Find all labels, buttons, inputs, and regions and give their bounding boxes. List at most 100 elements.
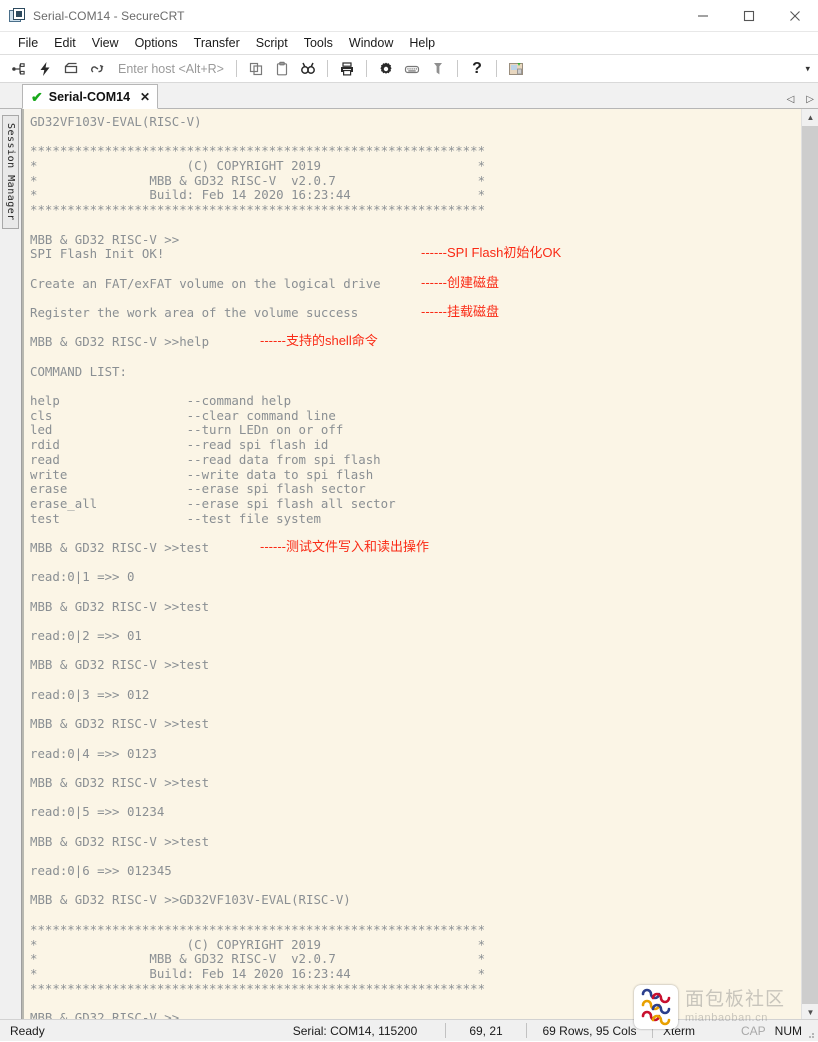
terminal-line <box>30 820 801 835</box>
terminal-line-text: * MBB & GD32 RISC-V v2.0.7 * <box>30 173 485 188</box>
menu-item-edit[interactable]: Edit <box>46 34 84 52</box>
tab-next-icon[interactable]: ▷ <box>806 94 814 105</box>
terminal-line-text: MBB & GD32 RISC-V >>test <box>30 775 209 790</box>
status-dimensions: 69 Rows, 95 Cols <box>527 1020 652 1042</box>
tab-connected-check-icon: ✔ <box>31 90 43 104</box>
status-serial: Serial: COM14, 115200 <box>265 1020 445 1042</box>
title-bar: Serial-COM14 - SecureCRT <box>0 0 818 32</box>
quick-connect-icon[interactable] <box>35 59 55 79</box>
window-controls <box>680 0 818 32</box>
connect-in-tab-icon[interactable] <box>61 59 81 79</box>
terminal-line-text: read:0|1 =>> 0 <box>30 569 134 584</box>
terminal-line-text: rdid --read spi flash id <box>30 437 328 452</box>
connect-icon[interactable] <box>9 59 29 79</box>
terminal-output[interactable]: GD32VF103V-EVAL(RISC-V) *****************… <box>24 109 801 1021</box>
menu-item-options[interactable]: Options <box>127 34 186 52</box>
help-icon[interactable]: ? <box>467 59 487 79</box>
terminal-line-text: led --turn LEDn on or off <box>30 422 343 437</box>
settings-icon[interactable] <box>376 59 396 79</box>
session-manager-label[interactable]: Session Manager <box>2 115 19 229</box>
terminal-line: Register the work area of the volume suc… <box>30 306 801 321</box>
terminal-line-text: read:0|4 =>> 0123 <box>30 746 157 761</box>
terminal-line: erase --erase spi flash sector <box>30 482 801 497</box>
terminal-line-text: * (C) COPYRIGHT 2019 * <box>30 937 485 952</box>
session-manager-bar[interactable]: Session Manager <box>0 109 22 1021</box>
terminal-line: read:0|2 =>> 01 <box>30 629 801 644</box>
minimize-button[interactable] <box>680 0 726 32</box>
terminal-line: ****************************************… <box>30 203 801 218</box>
terminal-line-text: ****************************************… <box>30 143 485 158</box>
toolbar-separator <box>366 60 367 77</box>
resize-grip-icon[interactable] <box>805 1029 815 1039</box>
tab-prev-icon[interactable]: ◁ <box>787 94 795 105</box>
terminal-line-text: read:0|5 =>> 01234 <box>30 804 164 819</box>
terminal-line: MBB & GD32 RISC-V >>test <box>30 776 801 791</box>
tab-navigation: ◁ ▷ <box>787 94 814 105</box>
menu-item-window[interactable]: Window <box>341 34 401 52</box>
tab-close-icon[interactable]: ✕ <box>140 90 150 104</box>
menu-item-view[interactable]: View <box>84 34 127 52</box>
terminal-line-text: MBB & GD32 RISC-V >>test <box>30 540 209 555</box>
find-icon[interactable] <box>298 59 318 79</box>
terminal-line <box>30 879 801 894</box>
terminal-line-text: * Build: Feb 14 2020 16:23:44 * <box>30 187 485 202</box>
securecrt-app-icon <box>9 8 25 24</box>
close-button[interactable] <box>772 0 818 32</box>
terminal-line-text: MBB & GD32 RISC-V >>test <box>30 599 209 614</box>
terminal-line-text: ****************************************… <box>30 981 485 996</box>
terminal-line: * (C) COPYRIGHT 2019 * <box>30 938 801 953</box>
key-icon[interactable] <box>428 59 448 79</box>
terminal-line: Create an FAT/exFAT volume on the logica… <box>30 277 801 292</box>
terminal-line-text: SPI Flash Init OK! <box>30 246 164 261</box>
scrollbar-thumb[interactable] <box>802 126 818 1004</box>
toolbar-separator <box>327 60 328 77</box>
toolbar-overflow-chevron-down-icon[interactable]: ▾ <box>805 63 810 74</box>
terminal-line <box>30 291 801 306</box>
terminal-line: read --read data from spi flash <box>30 453 801 468</box>
terminal-line-text: read:0|6 =>> 012345 <box>30 863 172 878</box>
terminal-line: cls --clear command line <box>30 409 801 424</box>
terminal-line-text: read:0|2 =>> 01 <box>30 628 142 643</box>
terminal-line-text: MBB & GD32 RISC-V >>help <box>30 334 209 349</box>
terminal-line-text: help --command help <box>30 393 291 408</box>
terminal-line: MBB & GD32 RISC-V >>test <box>30 835 801 850</box>
terminal-scrollbar[interactable]: ▲ ▼ <box>801 109 818 1021</box>
annotation-text: ------支持的shell命令 <box>260 334 378 349</box>
terminal-line-text: erase_all --erase spi flash all sector <box>30 496 396 511</box>
reconnect-icon[interactable] <box>87 59 107 79</box>
session-options-icon[interactable] <box>506 59 526 79</box>
terminal-line <box>30 262 801 277</box>
keymap-icon[interactable] <box>402 59 422 79</box>
menu-item-script[interactable]: Script <box>248 34 296 52</box>
terminal-line: help --command help <box>30 394 801 409</box>
host-input[interactable]: Enter host <Alt+R> <box>118 62 224 76</box>
copy-icon[interactable] <box>246 59 266 79</box>
terminal-line: ****************************************… <box>30 923 801 938</box>
scrollbar-up-arrow-icon[interactable]: ▲ <box>802 109 818 126</box>
terminal-line: * MBB & GD32 RISC-V v2.0.7 * <box>30 952 801 967</box>
paste-icon[interactable] <box>272 59 292 79</box>
maximize-button[interactable] <box>726 0 772 32</box>
terminal-line-text: MBB & GD32 RISC-V >>GD32VF103V-EVAL(RISC… <box>30 892 351 907</box>
terminal-line-text: erase --erase spi flash sector <box>30 481 366 496</box>
menu-item-tools[interactable]: Tools <box>296 34 341 52</box>
annotation-text: ------挂载磁盘 <box>421 305 499 320</box>
menu-item-help[interactable]: Help <box>401 34 443 52</box>
tab-serial-com14[interactable]: ✔ Serial-COM14 ✕ <box>22 84 158 109</box>
terminal-line <box>30 673 801 688</box>
menu-item-transfer[interactable]: Transfer <box>186 34 248 52</box>
menu-item-file[interactable]: File <box>10 34 46 52</box>
annotation-text: ------测试文件写入和读出操作 <box>260 540 429 555</box>
terminal-line-text: MBB & GD32 RISC-V >>test <box>30 657 209 672</box>
terminal-line <box>30 556 801 571</box>
terminal-line-text: read --read data from spi flash <box>30 452 381 467</box>
terminal-line-text: read:0|3 =>> 012 <box>30 687 149 702</box>
terminal-line-text: GD32VF103V-EVAL(RISC-V) <box>30 114 202 129</box>
print-icon[interactable] <box>337 59 357 79</box>
terminal-line: read:0|3 =>> 012 <box>30 688 801 703</box>
terminal-line-text: MBB & GD32 RISC-V >>test <box>30 716 209 731</box>
terminal-line <box>30 791 801 806</box>
annotation-text: ------SPI Flash初始化OK <box>421 246 561 261</box>
terminal-line-text: write --write data to spi flash <box>30 467 373 482</box>
status-cap-badge: CAP <box>741 1024 766 1038</box>
